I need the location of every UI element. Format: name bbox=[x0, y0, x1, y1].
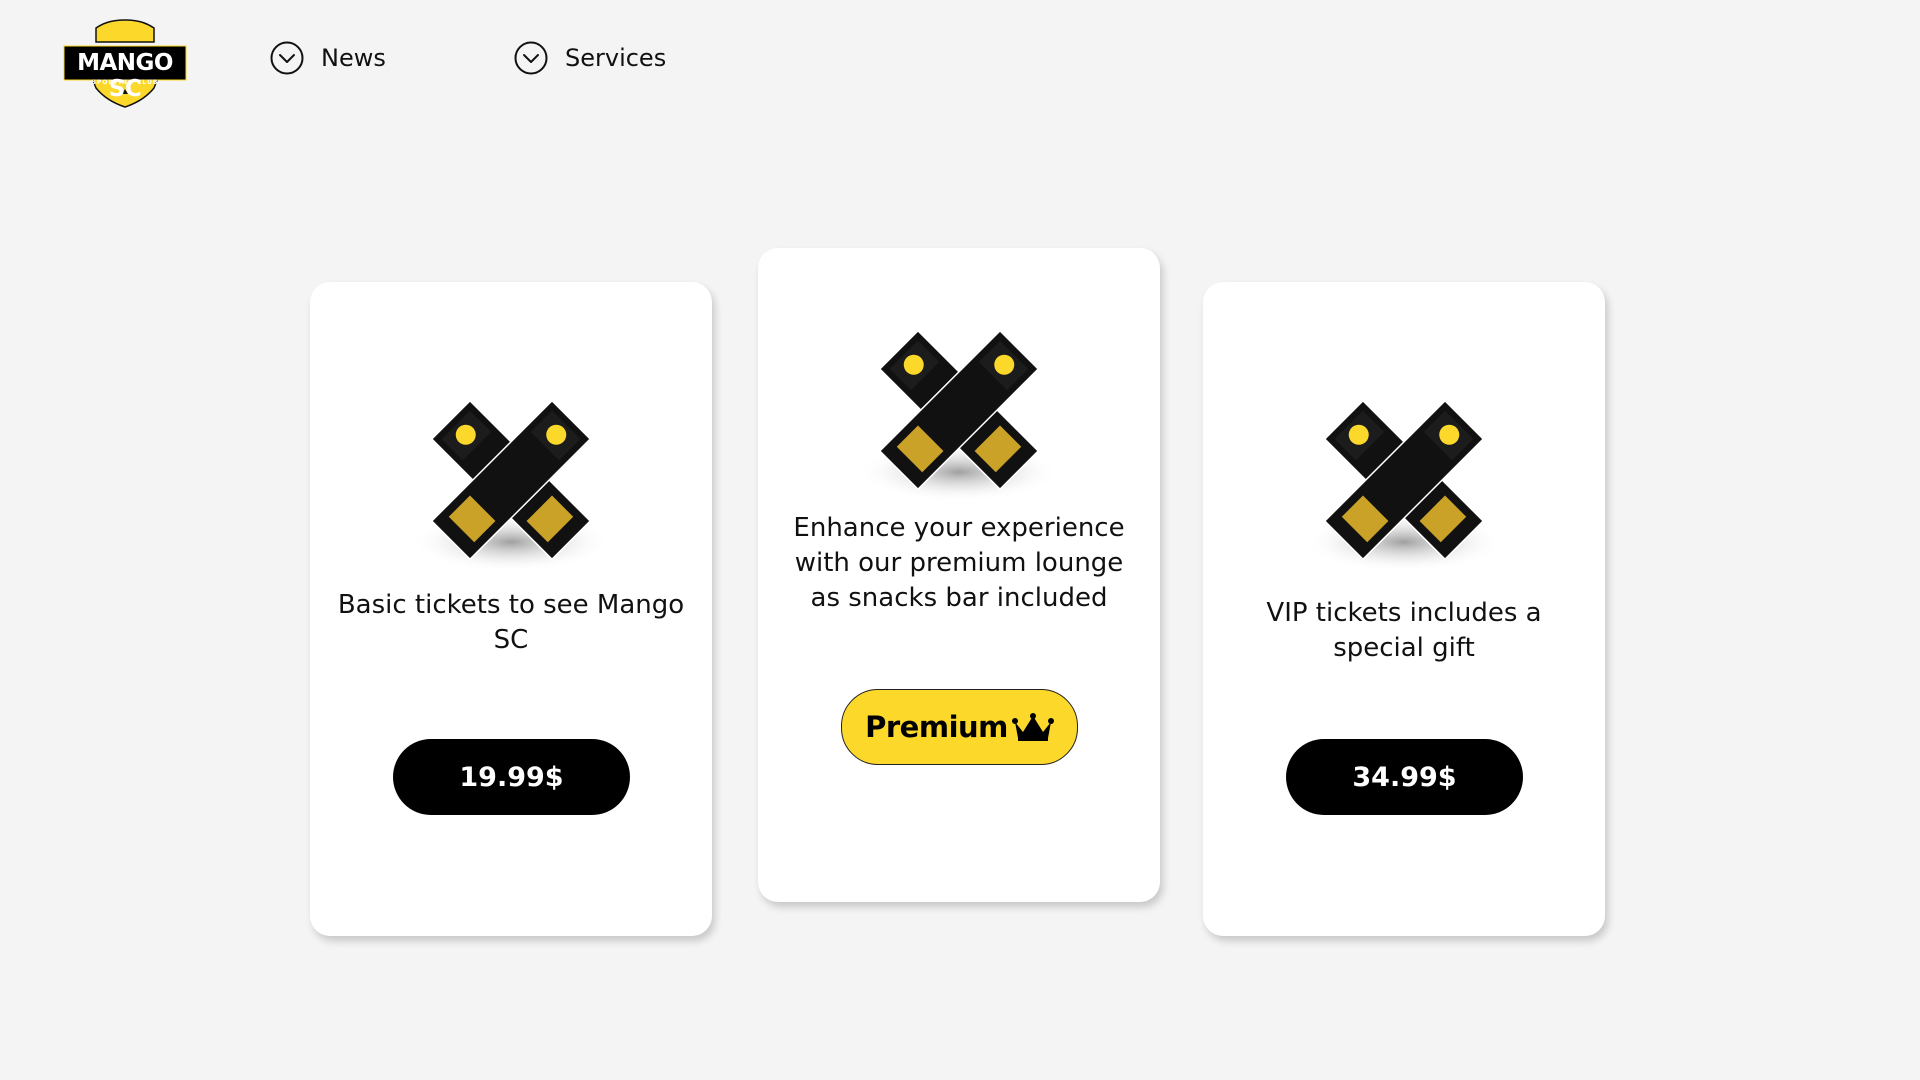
tickets-image bbox=[1304, 399, 1504, 572]
premium-button[interactable]: Premium bbox=[841, 689, 1078, 765]
premium-button-label: Premium bbox=[865, 710, 1008, 744]
buy-basic-button[interactable]: 19.99$ bbox=[393, 739, 630, 815]
chevron-down-circle-icon bbox=[270, 41, 304, 75]
nav-item-services[interactable]: Services bbox=[514, 40, 666, 76]
plan-description: Enhance your experience with our premium… bbox=[793, 513, 1125, 613]
nav-item-news[interactable]: News bbox=[270, 40, 386, 76]
plan-card-basic: Basic tickets to see Mango SC 19.99$ bbox=[310, 282, 712, 936]
brand-tagline: SPORTING CLUB bbox=[91, 79, 159, 86]
tickets-image bbox=[859, 329, 1059, 502]
brand-name: MANGO SC bbox=[77, 50, 173, 102]
plan-description: VIP tickets includes a special gift bbox=[1266, 598, 1542, 663]
tickets-image bbox=[411, 399, 611, 572]
nav-label-news: News bbox=[321, 44, 386, 72]
crown-icon bbox=[1011, 713, 1054, 741]
plan-description: Basic tickets to see Mango SC bbox=[337, 590, 685, 655]
brand-logo[interactable]: MANGO SC SPORTING CLUB bbox=[62, 18, 188, 108]
nav-label-services: Services bbox=[565, 44, 667, 72]
chevron-down-circle-icon bbox=[514, 41, 548, 75]
plan-card-vip: VIP tickets includes a special gift 34.9… bbox=[1203, 282, 1605, 936]
buy-vip-button[interactable]: 34.99$ bbox=[1286, 739, 1523, 815]
plan-card-premium: Enhance your experience with our premium… bbox=[758, 248, 1160, 902]
